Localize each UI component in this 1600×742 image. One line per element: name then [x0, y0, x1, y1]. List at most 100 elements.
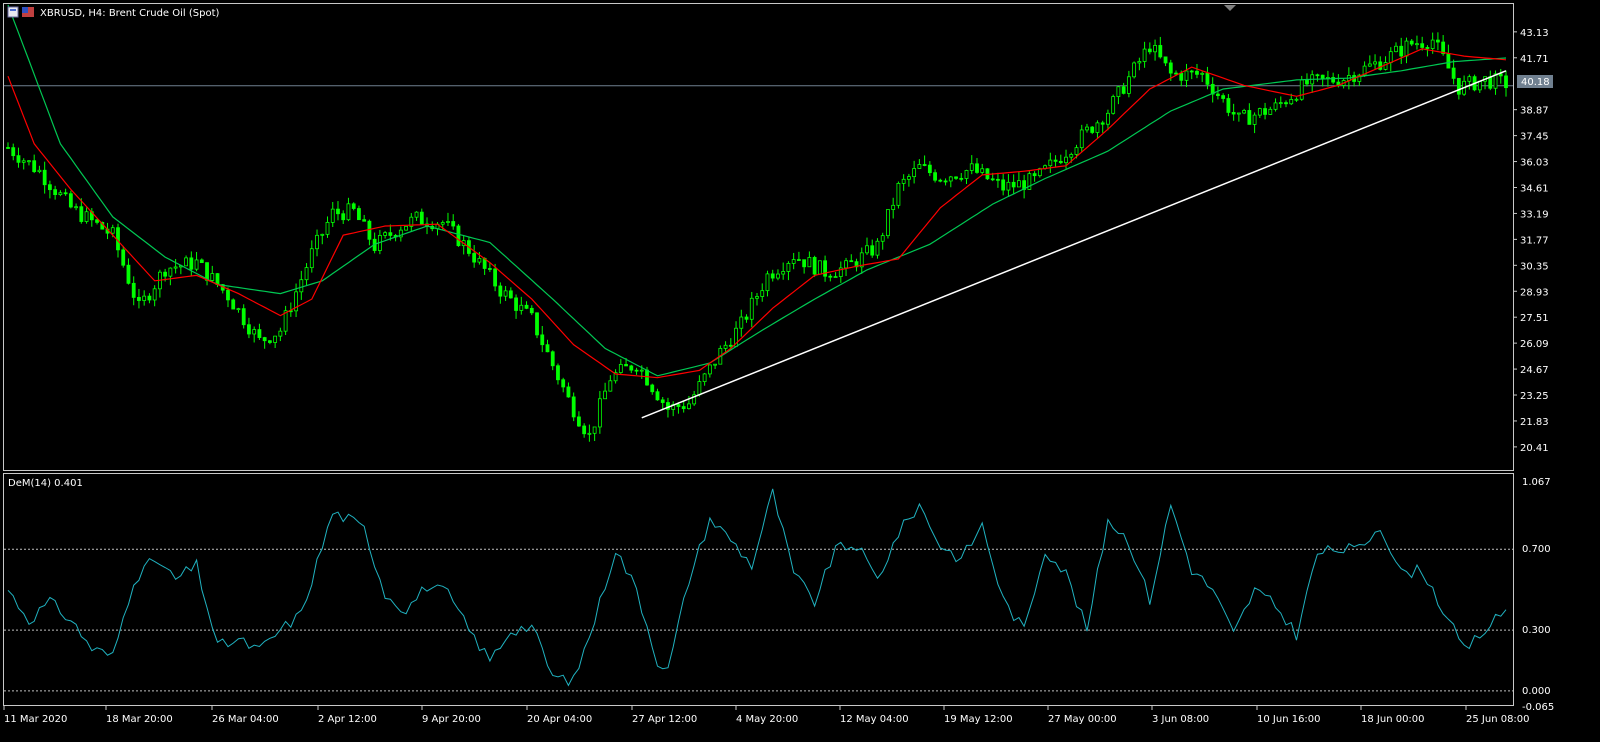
candle-body [1498, 73, 1503, 77]
candle-body [592, 426, 597, 434]
candle-body [1446, 53, 1451, 69]
demarker-axis-labels: 1.067 0.700 0.300 0.000 -0.065 [1522, 477, 1554, 713]
candle [210, 265, 215, 282]
candle-body [487, 268, 492, 270]
shift-marker[interactable] [1224, 5, 1236, 11]
trading-chart[interactable]: 43.13 41.71 38.87 37.45 36.03 34.61 33.19 31.77… [0, 0, 1600, 742]
candle-body [645, 369, 649, 386]
candle-body [996, 178, 1000, 181]
candle [157, 269, 162, 298]
candle-body [744, 316, 749, 320]
candle [969, 155, 974, 175]
candle-body [1456, 77, 1461, 95]
candle-body [1467, 76, 1472, 82]
candle-body [1367, 63, 1372, 67]
candle-body [309, 248, 314, 269]
candle-body [603, 390, 608, 400]
candle-body [1247, 110, 1252, 125]
candle-body [273, 335, 278, 343]
candle [11, 143, 16, 161]
candle-body [1399, 45, 1404, 57]
candle [1226, 94, 1231, 117]
indicator-panel-frame [3, 473, 1514, 706]
candle-body [833, 276, 838, 278]
candle-body [713, 363, 717, 366]
candle [886, 209, 890, 239]
moving-average-slow [7, 4, 1507, 377]
candle-body [1111, 96, 1116, 114]
candle-body [791, 259, 796, 264]
candle [205, 262, 209, 286]
candle [1488, 70, 1493, 91]
candle-body [660, 399, 665, 403]
candle [1236, 112, 1241, 122]
candle [582, 423, 587, 438]
candle-body [1142, 48, 1147, 62]
candle-body [765, 273, 770, 292]
candle-body [1069, 154, 1074, 158]
candle-body [241, 308, 246, 326]
candle-body [687, 403, 691, 410]
candle [1090, 126, 1095, 135]
candle-body [1425, 47, 1430, 49]
candle-body [189, 257, 194, 270]
candle-body [634, 369, 639, 372]
candle-body [79, 206, 84, 222]
candle [1425, 45, 1430, 57]
candle-body [1158, 45, 1163, 58]
price-panel-frame [3, 3, 1514, 471]
candle [267, 340, 272, 345]
candle-body [1373, 61, 1377, 65]
candle-body [964, 170, 969, 179]
candle-body [770, 273, 775, 279]
trendline[interactable] [641, 70, 1507, 419]
time-tick-label: 12 May 04:00 [840, 714, 909, 725]
candle-body [1011, 181, 1016, 188]
candle-body [927, 164, 932, 174]
price-tick-label: 34.61 [1520, 183, 1549, 194]
candle [1048, 152, 1053, 174]
candle [707, 364, 712, 378]
time-tick-label: 2 Apr 12:00 [318, 714, 377, 725]
candle [126, 258, 131, 285]
candle [226, 287, 230, 308]
candle-body [137, 297, 141, 301]
candle [545, 339, 550, 353]
candle [351, 202, 356, 211]
candle [487, 262, 492, 273]
candle-body [817, 260, 822, 275]
indicator-title: DeM(14) 0.401 [8, 478, 83, 489]
candle [1216, 86, 1220, 100]
candle [1200, 71, 1205, 83]
price-tick-label: 43.13 [1520, 28, 1549, 39]
candle-body [676, 404, 681, 407]
candle [906, 173, 911, 187]
candle [975, 158, 979, 174]
candle [32, 154, 37, 174]
candle-body [210, 273, 215, 281]
candle [1163, 56, 1168, 67]
candle [53, 185, 58, 200]
candle-body [330, 208, 335, 223]
candle [1273, 98, 1278, 112]
candle [1315, 73, 1320, 82]
candle-body [1147, 48, 1152, 53]
candle [566, 382, 571, 398]
candle-body [231, 299, 236, 310]
candle-body [84, 211, 89, 222]
candle [739, 309, 744, 337]
candle-body [1100, 122, 1105, 125]
candle-body [95, 219, 99, 223]
price-axis-labels: 43.13 41.71 38.87 37.45 36.03 34.61 33.19 31.77… [1513, 28, 1549, 454]
candle [927, 161, 932, 177]
price-tick-label: 37.45 [1520, 132, 1549, 143]
candle-body [508, 290, 513, 299]
candle [671, 401, 676, 417]
candle-body [577, 416, 581, 427]
candle [812, 255, 817, 277]
candle [1388, 47, 1393, 72]
candle-body [886, 209, 890, 237]
candle [650, 383, 655, 395]
candle [1409, 38, 1414, 47]
candle-body [315, 234, 319, 250]
